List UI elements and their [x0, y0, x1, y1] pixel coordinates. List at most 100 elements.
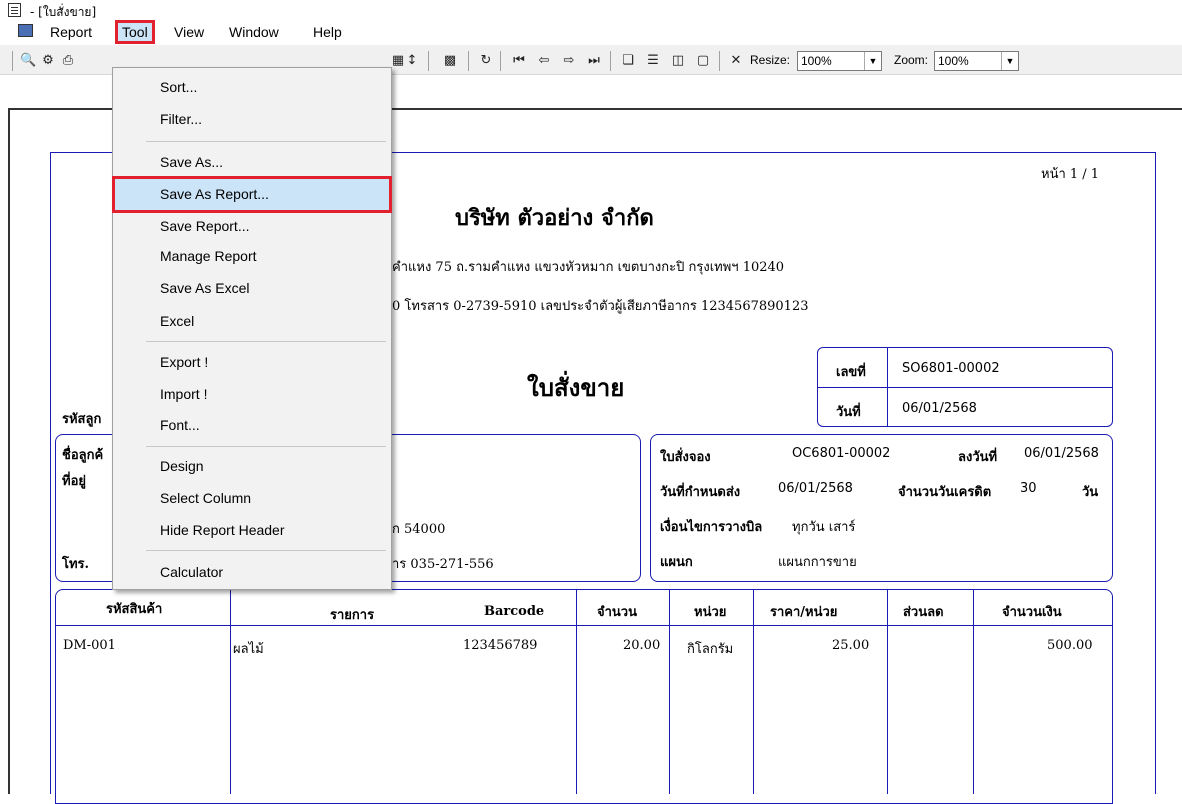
menu-separator: [146, 141, 386, 142]
menu-item-save-as-excel[interactable]: Save As Excel: [160, 280, 250, 296]
booking-date-label: ลงวันที่: [958, 450, 998, 465]
box-divider: [887, 347, 888, 427]
credit-unit: วัน: [1082, 485, 1099, 500]
customer-name-label: ชื่อลูกค้: [62, 448, 104, 463]
customer-postcode: ก 54000: [392, 522, 446, 537]
refresh-icon[interactable]: ↻: [478, 53, 494, 69]
address-label: ที่อยู่: [62, 474, 86, 489]
doc-no-value: SO6801-00002: [902, 361, 1000, 376]
menu-view[interactable]: View: [170, 23, 208, 41]
toolbar-separator: [500, 51, 501, 71]
billing-condition-label: เงื่อนไขการวางบิล: [660, 520, 763, 535]
document-title: ใบสั่งขาย: [527, 373, 625, 402]
col-header-barcode: Barcode: [484, 604, 545, 619]
cell-quantity: 20.00: [623, 638, 661, 653]
toolbar-separator: [12, 51, 13, 71]
phone-label: โทร.: [62, 557, 90, 572]
cell-description: ผลไม้: [233, 642, 264, 657]
menu-item-font[interactable]: Font...: [160, 417, 200, 433]
date-value: 06/01/2568: [902, 401, 977, 416]
booking-label: ใบสั่งจอง: [660, 450, 711, 465]
resize-label: Resize:: [750, 53, 791, 67]
menu-separator: [146, 550, 386, 551]
menu-item-select-column[interactable]: Select Column: [160, 490, 251, 506]
date-label: วันที่: [836, 405, 861, 420]
setup-icon[interactable]: ⚙: [40, 53, 56, 69]
zoom-label: Zoom:: [894, 53, 929, 67]
table-row[interactable]: DM-001 ผลไม้ 123456789 20.00 กิโลกรัม 25…: [55, 636, 1113, 657]
menu-item-filter[interactable]: Filter...: [160, 111, 202, 127]
column-divider: [576, 589, 577, 794]
cell-unit: กิโลกรัม: [687, 642, 734, 657]
last-page-icon[interactable]: ⏭: [586, 53, 602, 69]
mdi-window-icon[interactable]: [18, 24, 33, 37]
toolbar-separator: [468, 51, 469, 71]
item-table: [55, 589, 1113, 804]
column-divider: [887, 589, 888, 794]
page-number: หน้า 1 / 1: [1041, 167, 1100, 182]
first-page-icon[interactable]: ⏮: [511, 53, 527, 69]
toolbar-separator: [610, 51, 611, 71]
box-divider: [817, 387, 1113, 388]
menu-item-save-as[interactable]: Save As...: [160, 154, 223, 170]
credit-days: 30: [1020, 481, 1037, 496]
due-date: 06/01/2568: [778, 481, 853, 496]
column-divider: [973, 589, 974, 794]
menu-item-calculator[interactable]: Calculator: [160, 564, 223, 580]
col-header-quantity: จำนวน: [597, 605, 637, 620]
toolbar-separator: [428, 51, 429, 71]
maximize-icon[interactable]: ▢: [695, 53, 711, 69]
prev-page-icon[interactable]: ⇦: [536, 53, 552, 69]
cell-barcode: 123456789: [463, 638, 538, 653]
toolbar-separator: [719, 51, 720, 71]
col-header-unit: หน่วย: [694, 605, 727, 620]
column-divider: [230, 589, 231, 794]
cascade-icon[interactable]: ❏: [620, 53, 636, 69]
col-header-code: รหัสสินค้า: [106, 602, 163, 617]
tile-horizontal-icon[interactable]: ☰: [645, 53, 661, 69]
menu-separator: [146, 446, 386, 447]
calculator-icon[interactable]: ▩: [442, 53, 458, 69]
cell-amount: 500.00: [1047, 638, 1093, 653]
col-header-price: ราคา/หน่วย: [770, 605, 838, 620]
menu-item-save-as-report[interactable]: Save As Report...: [160, 186, 269, 202]
close-icon[interactable]: ✕: [728, 53, 744, 69]
menu-item-sort[interactable]: Sort...: [160, 79, 197, 95]
menu-item-save-report[interactable]: Save Report...: [160, 218, 250, 234]
preview-icon[interactable]: 🔍: [20, 53, 36, 69]
chevron-down-icon[interactable]: ▼: [1001, 52, 1018, 70]
booking-number: OC6801-00002: [792, 446, 891, 461]
menu-report[interactable]: Report: [46, 23, 96, 41]
menu-separator: [146, 341, 386, 342]
resize-value: 100%: [801, 54, 832, 68]
company-contact: 0 โทรสาร 0-2739-5910 เลขประจำตัวผู้เสียภ…: [392, 299, 809, 314]
table-header-divider: [55, 625, 1113, 626]
workspace-border-left: [8, 108, 10, 794]
chevron-down-icon[interactable]: ▼: [864, 52, 881, 70]
menu-bar: Report Tool View Window Help: [0, 20, 1182, 44]
menu-item-import[interactable]: Import !: [160, 386, 207, 402]
zoom-value: 100%: [938, 54, 969, 68]
menu-item-manage-report[interactable]: Manage Report: [160, 248, 257, 264]
customer-code-label: รหัสลูก: [62, 412, 102, 427]
cell-price: 25.00: [832, 638, 870, 653]
company-name: บริษัท ตัวอย่าง จำกัด: [455, 205, 654, 231]
doc-no-label: เลขที่: [836, 365, 866, 380]
print-icon[interactable]: ⎙: [60, 53, 76, 69]
menu-window[interactable]: Window: [225, 23, 283, 41]
col-header-discount: ส่วนลด: [903, 605, 944, 620]
menu-tool[interactable]: Tool: [115, 20, 155, 44]
menu-item-hide-report-header[interactable]: Hide Report Header: [160, 522, 285, 538]
menu-item-excel[interactable]: Excel: [160, 313, 194, 329]
zoom-select[interactable]: 100% ▼: [934, 51, 1019, 71]
menu-item-design[interactable]: Design: [160, 458, 204, 474]
resize-select[interactable]: 100% ▼: [797, 51, 882, 71]
app-icon[interactable]: [8, 3, 21, 17]
fit-height-icon[interactable]: ↕: [404, 53, 420, 69]
cell-code: DM-001: [63, 638, 116, 653]
tool-dropdown-menu: Sort... Filter... Save As... Save As Rep…: [112, 67, 392, 590]
menu-help[interactable]: Help: [309, 23, 346, 41]
next-page-icon[interactable]: ⇨: [561, 53, 577, 69]
tile-vertical-icon[interactable]: ◫: [670, 53, 686, 69]
menu-item-export[interactable]: Export !: [160, 354, 208, 370]
